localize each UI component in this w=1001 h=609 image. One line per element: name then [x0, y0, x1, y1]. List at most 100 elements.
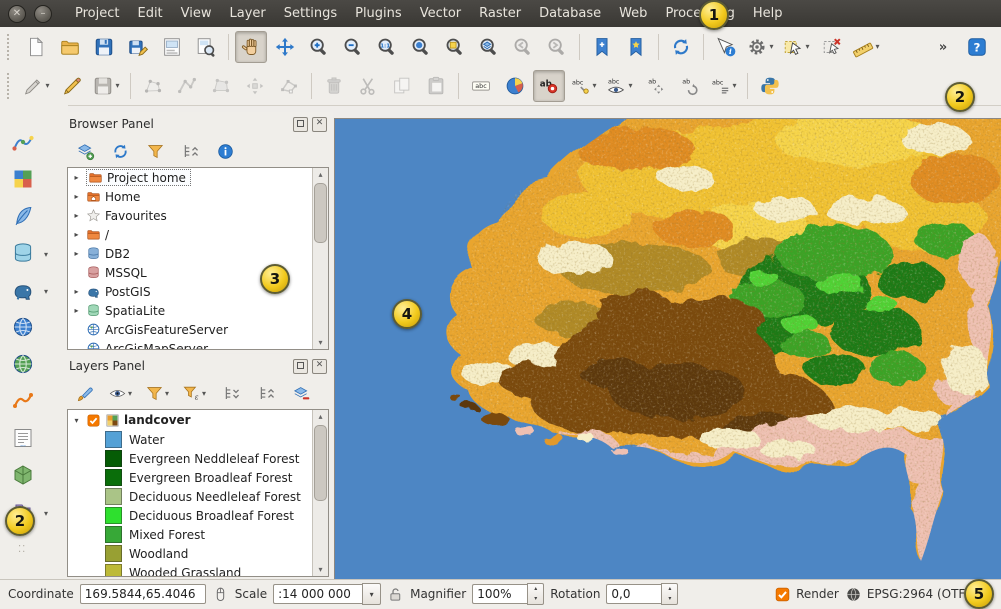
actions-gear-button[interactable]: ▾ [744, 31, 778, 63]
dropdown-arrow-icon[interactable]: ▾ [805, 42, 809, 51]
capture-polygon-button[interactable] [205, 70, 237, 102]
spin-up-icon[interactable]: ▴ [528, 584, 543, 594]
new-geopackage-button[interactable] [8, 460, 38, 490]
expression-filter-button[interactable]: ε▾ [181, 380, 209, 406]
label-props-button[interactable]: abc▾ [707, 70, 741, 102]
menu-edit[interactable]: Edit [128, 4, 171, 23]
dropdown-arrow-icon[interactable]: ▾ [128, 389, 132, 398]
lock-open-icon[interactable] [387, 586, 404, 603]
layer-remove-button[interactable] [288, 380, 314, 406]
label-rotate-button[interactable]: ab [673, 70, 705, 102]
menu-raster[interactable]: Raster [470, 4, 530, 23]
menu-layer[interactable]: Layer [221, 4, 275, 23]
coordinate-input[interactable] [80, 584, 206, 604]
bookmark-show-button[interactable] [620, 31, 652, 63]
zoom-selection-button[interactable] [439, 31, 471, 63]
save-button[interactable] [88, 31, 120, 63]
close-panel-icon[interactable]: ✕ [312, 359, 327, 374]
scale-combobox[interactable]: ▾ [273, 583, 381, 605]
capture-line-button[interactable] [171, 70, 203, 102]
scroll-down-icon[interactable]: ▾ [318, 563, 322, 576]
add-spatialite-button[interactable]: ▾ [8, 238, 38, 268]
dropdown-arrow-icon[interactable]: ▾ [44, 287, 48, 296]
add-delimited-button[interactable]: ,,, [8, 423, 38, 453]
layout-manager-button[interactable] [190, 31, 222, 63]
browser-item-spatialite[interactable]: ▸SpatiaLite [68, 301, 313, 320]
expand-arrow-icon[interactable]: ▾ [71, 416, 82, 425]
checkbox-checked-icon[interactable] [774, 586, 791, 603]
browser-item-favourites[interactable]: ▸Favourites [68, 206, 313, 225]
scrollbar-thumb[interactable] [314, 425, 327, 501]
scrollbar[interactable]: ▴ ▾ [312, 168, 328, 349]
layer-row-landcover[interactable]: ▾landcover [68, 410, 313, 430]
new-shapefile-button[interactable] [8, 201, 38, 231]
crs-status[interactable]: EPSG:2964 (OTF) [845, 586, 970, 603]
float-panel-icon[interactable] [293, 359, 308, 374]
render-checkbox[interactable]: Render [774, 586, 839, 603]
zoom-layer-button[interactable] [473, 31, 505, 63]
pan-arrows-button[interactable] [269, 31, 301, 63]
close-panel-icon[interactable]: ✕ [312, 117, 327, 132]
expand-arrow-icon[interactable]: ▸ [71, 249, 82, 258]
refresh-button[interactable] [665, 31, 697, 63]
scroll-down-icon[interactable]: ▾ [318, 336, 322, 349]
add-wcs-button[interactable] [8, 349, 38, 379]
edit-toggle-button[interactable] [56, 70, 88, 102]
toolbar-handle[interactable] [7, 73, 14, 99]
add-raster-button[interactable] [8, 164, 38, 194]
browser-item-project-home[interactable]: ▸Project home [68, 168, 313, 187]
dropdown-arrow-icon[interactable]: ▾ [202, 389, 206, 398]
expand-arrow-icon[interactable]: ▸ [71, 230, 82, 239]
info-circle-button[interactable] [212, 138, 238, 164]
scrollbar-thumb[interactable] [314, 183, 327, 243]
capture-point-button[interactable] [137, 70, 169, 102]
magnifier-input[interactable] [472, 584, 527, 604]
add-vector-button[interactable] [8, 127, 38, 157]
menu-project[interactable]: Project [66, 4, 128, 23]
add-postgis-button[interactable]: ▾ [8, 275, 38, 305]
dropdown-arrow-icon[interactable]: ▾ [592, 81, 596, 90]
paste-button[interactable] [420, 70, 452, 102]
dropdown-arrow-icon[interactable]: ▾ [165, 389, 169, 398]
expand-arrow-icon[interactable]: ▸ [71, 192, 82, 201]
funnel-button[interactable] [142, 138, 168, 164]
themes-eye-button[interactable]: ▾ [107, 380, 135, 406]
rotation-input[interactable] [606, 584, 661, 604]
toolbar-handle[interactable] [7, 34, 14, 60]
zoom-last-button[interactable] [507, 31, 539, 63]
expand-arrow-icon[interactable]: ▸ [71, 306, 82, 315]
file-new-button[interactable] [20, 31, 52, 63]
edits-save-button[interactable]: ▾ [90, 70, 124, 102]
scroll-up-icon[interactable]: ▴ [318, 410, 322, 423]
menu-help[interactable]: Help [744, 4, 792, 23]
add-wms-button[interactable] [8, 312, 38, 342]
collapse-all-button[interactable] [253, 380, 279, 406]
add-wfs-button[interactable] [8, 386, 38, 416]
dropdown-arrow-icon[interactable]: ▾ [875, 42, 879, 51]
dropdown-arrow-icon[interactable]: ▾ [628, 81, 632, 90]
move-feature-button[interactable] [239, 70, 271, 102]
measure-button[interactable]: ▾ [850, 31, 884, 63]
menu-view[interactable]: View [172, 4, 221, 23]
dropdown-arrow-icon[interactable]: ▾ [732, 81, 736, 90]
map-canvas[interactable] [334, 118, 1001, 581]
zoom-next-button[interactable] [541, 31, 573, 63]
scale-input[interactable] [273, 584, 362, 604]
funnel-button[interactable]: ▾ [144, 380, 172, 406]
menu-settings[interactable]: Settings [275, 4, 346, 23]
deselect-button[interactable] [816, 31, 848, 63]
dropdown-arrow-icon[interactable]: ▾ [769, 42, 773, 51]
label-abc-button[interactable]: abc [465, 70, 497, 102]
layout-new-button[interactable] [156, 31, 188, 63]
magnifier-spinbox[interactable]: ▴▾ [472, 583, 544, 605]
cut-button[interactable] [352, 70, 384, 102]
label-pin-button[interactable]: abc▾ [567, 70, 601, 102]
layer-checkbox-checked[interactable] [86, 413, 101, 428]
label-ab-red-button[interactable]: ab [533, 70, 565, 102]
browser-item-arcgisfeatureserver[interactable]: ArcGisFeatureServer [68, 320, 313, 339]
scrollbar[interactable]: ▴ ▾ [312, 410, 328, 576]
menu-database[interactable]: Database [530, 4, 610, 23]
menu-web[interactable]: Web [610, 4, 656, 23]
dropdown-arrow-icon[interactable]: ▾ [44, 250, 48, 259]
zoom-native-button[interactable]: 1:1 [371, 31, 403, 63]
